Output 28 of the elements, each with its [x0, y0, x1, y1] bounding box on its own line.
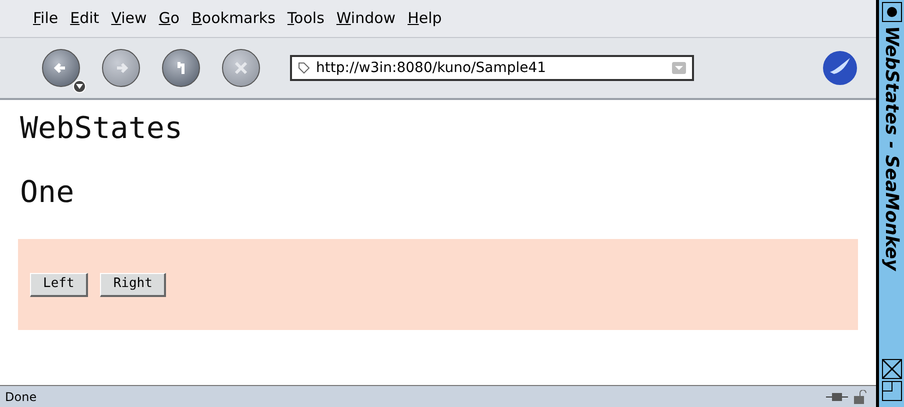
connection-icon — [826, 392, 848, 402]
stop-button[interactable] — [222, 49, 260, 87]
menu-item[interactable]: Bookmarks — [192, 7, 276, 30]
close-icon[interactable] — [882, 359, 902, 379]
menu-item[interactable]: Help — [408, 7, 442, 30]
address-field[interactable]: http://w3in:8080/kuno/Sample41 — [290, 55, 694, 81]
status-text: Done — [5, 388, 38, 406]
logo-icon[interactable] — [822, 50, 858, 86]
menu-item[interactable]: View — [111, 7, 147, 30]
page-button[interactable]: Right — [100, 272, 166, 296]
page-heading: WebStates — [20, 114, 184, 144]
maximize-icon[interactable] — [882, 381, 902, 401]
menu-item[interactable]: Window — [336, 7, 396, 30]
menu-item[interactable]: Tools — [287, 7, 324, 30]
menu-item[interactable]: Edit — [70, 7, 100, 30]
lock-icon — [854, 390, 868, 404]
window-menu-icon[interactable] — [882, 2, 902, 22]
dropdown-icon[interactable] — [73, 80, 86, 93]
url-text: http://w3in:8080/kuno/Sample41 — [316, 58, 548, 78]
forward-button[interactable] — [102, 49, 140, 87]
page-subheading: One — [20, 178, 76, 208]
window-title: WebStates - SeaMonkey — [880, 26, 903, 271]
menu-item[interactable]: File — [33, 7, 58, 30]
tag-icon — [298, 62, 310, 74]
menu-item[interactable]: Go — [158, 7, 180, 30]
reload-button[interactable] — [162, 49, 200, 87]
page-button[interactable]: Left — [30, 272, 88, 296]
back-button[interactable] — [42, 49, 80, 87]
